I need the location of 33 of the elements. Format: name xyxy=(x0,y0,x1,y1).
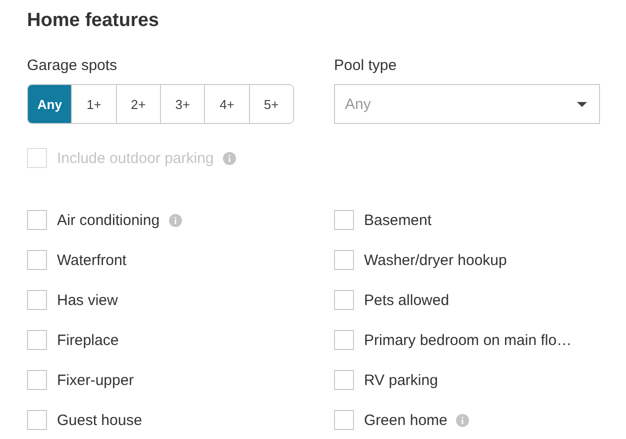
checkbox-label: Fireplace xyxy=(57,332,119,348)
checkbox[interactable] xyxy=(334,210,354,230)
checkbox-label: Fixer-upper xyxy=(57,372,134,388)
checkbox[interactable] xyxy=(334,330,354,350)
checkbox[interactable] xyxy=(27,410,47,430)
checkbox[interactable] xyxy=(334,290,354,310)
info-icon[interactable] xyxy=(168,214,182,226)
checkbox[interactable] xyxy=(27,370,47,390)
checkbox[interactable] xyxy=(27,330,47,350)
section-title: Home features xyxy=(27,9,160,33)
checkbox[interactable] xyxy=(27,210,47,230)
checkbox-label: RV parking xyxy=(364,372,438,388)
segment-option[interactable]: 5+ xyxy=(248,85,293,123)
checkbox[interactable] xyxy=(334,410,354,430)
checkbox-label: Air conditioning xyxy=(57,212,160,228)
caret-icon xyxy=(577,102,587,106)
checkbox-label: Primary bedroom on main flo… xyxy=(364,332,572,348)
checkbox-label: Basement xyxy=(364,212,432,228)
field-label: Garage spots xyxy=(27,56,118,76)
segment-option[interactable]: Any xyxy=(28,85,72,123)
checkbox[interactable] xyxy=(334,250,354,270)
checkbox[interactable] xyxy=(27,290,47,310)
checkbox-label: Waterfront xyxy=(57,252,126,268)
checkbox[interactable] xyxy=(334,370,354,390)
checkbox-label: Guest house xyxy=(57,412,142,428)
info-icon[interactable] xyxy=(456,414,470,426)
checkbox-label: Washer/dryer hookup xyxy=(364,252,507,268)
field-label: Pool type xyxy=(334,56,398,76)
checkbox-label: Include outdoor parking xyxy=(57,150,214,166)
checkbox[interactable] xyxy=(27,250,47,270)
checkbox-label: Pets allowed xyxy=(364,292,450,308)
checkbox-label: Green home xyxy=(364,412,448,428)
checkbox-label: Has view xyxy=(57,292,118,308)
